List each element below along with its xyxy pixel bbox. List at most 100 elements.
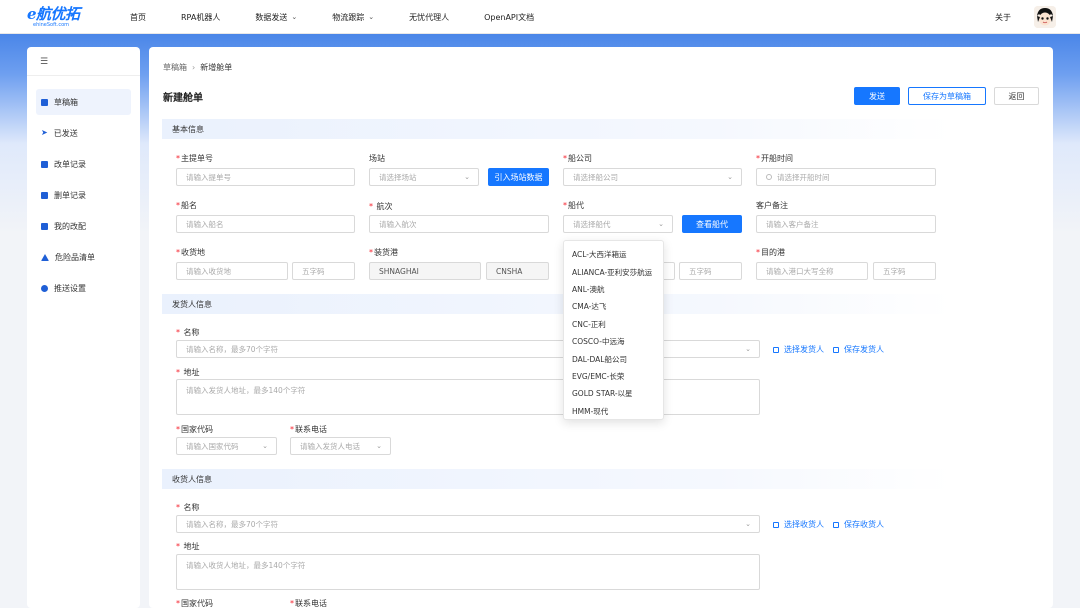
shipper-country-select[interactable]: 请输入国家代码 ⌄ xyxy=(176,437,277,455)
avatar-face-icon xyxy=(1034,6,1056,28)
sidebar-item-edit-records[interactable]: 改单记录 xyxy=(36,151,131,177)
vessel-input[interactable]: 请输入船名 xyxy=(176,215,355,233)
draft-icon xyxy=(41,98,48,106)
sailing-time-label: *开船时间 xyxy=(756,154,793,163)
loading-port-label: *装货港 xyxy=(369,248,398,257)
yard-select[interactable]: 请选择场站 ⌄ xyxy=(369,168,479,186)
customer-note-input[interactable]: 请输入客户备注 xyxy=(756,215,936,233)
consignee-address-label: * 地址 xyxy=(176,542,200,551)
consignee-name-input[interactable]: 请输入名称，最多70个字符 ⌄ xyxy=(176,515,760,533)
send-button[interactable]: 发送 xyxy=(854,87,900,105)
ship-agent-option[interactable]: ANL-澳航 xyxy=(564,281,663,298)
basic-info-section-title: 基本信息 xyxy=(162,119,952,139)
nav-item-rpa[interactable]: RPA机器人 xyxy=(181,12,220,23)
nav-item-data-send[interactable]: 数据发送 ⌄ xyxy=(255,12,297,23)
sidebar-item-push-settings[interactable]: 推送设置 xyxy=(36,275,131,301)
chevron-down-icon: ⌄ xyxy=(262,442,268,450)
consignee-country-label: *国家代码 xyxy=(176,599,213,608)
carrier-select[interactable]: 请选择船公司 ⌄ xyxy=(563,168,742,186)
sidebar-item-sent[interactable]: ➤ 已发送 xyxy=(36,120,131,146)
vessel-label: *船名 xyxy=(176,201,197,210)
save-icon xyxy=(833,521,839,528)
nav-item-openapi[interactable]: OpenAPI文档 xyxy=(484,12,534,23)
nav-item-home[interactable]: 首页 xyxy=(130,12,146,23)
chevron-down-icon: ⌄ xyxy=(291,13,298,21)
ship-agent-option[interactable]: CNC-正利 xyxy=(564,316,663,333)
shipper-phone-select[interactable]: 请输入发货人电话 ⌄ xyxy=(290,437,391,455)
user-avatar[interactable] xyxy=(1034,6,1056,28)
consignee-address-textarea[interactable]: 请输入收货人地址，最多140个字符 xyxy=(176,554,760,590)
ship-agent-option[interactable]: GOLD STAR-以星 xyxy=(564,385,663,402)
select-shipper-link[interactable]: 选择发货人 xyxy=(773,344,824,355)
ship-agent-dropdown: ACL-大西洋箱运 ALIANCA-亚利安莎航运 ANL-澳航 CMA-达飞 C… xyxy=(563,240,664,420)
sidebar-item-reassign[interactable]: 我的改配 xyxy=(36,213,131,239)
ship-agent-select[interactable]: 请选择船代 ⌄ xyxy=(563,215,673,233)
sidebar-item-label: 改单记录 xyxy=(54,159,86,169)
chevron-down-icon: ⌄ xyxy=(727,173,733,181)
chevron-down-icon: ⌄ xyxy=(658,220,664,228)
shipper-section-title: 发货人信息 xyxy=(162,294,952,314)
import-yard-data-button[interactable]: 引入场站数据 xyxy=(488,168,549,186)
breadcrumb-current: 新增舱单 xyxy=(200,63,233,72)
nav-item-logistics[interactable]: 物流跟踪 ⌄ xyxy=(332,12,374,23)
nav-label: 物流跟踪 xyxy=(332,12,365,22)
breadcrumb-separator-icon: › xyxy=(192,63,196,72)
clock-icon xyxy=(766,174,772,180)
destination-code-input[interactable]: 五字码 xyxy=(873,262,936,280)
consignee-phone-label: *联系电话 xyxy=(290,599,327,608)
ship-agent-option[interactable]: CMA-达飞 xyxy=(564,298,663,315)
destination-input[interactable]: 请输入港口大写全称 xyxy=(756,262,868,280)
shipper-phone-label: *联系电话 xyxy=(290,425,327,434)
sidebar-item-dangerous-goods[interactable]: 危险品清单 xyxy=(36,244,131,270)
sidebar-item-label: 危险品清单 xyxy=(55,252,95,262)
nav-item-agent[interactable]: 无忧代理人 xyxy=(409,12,449,23)
customer-note-label: 客户备注 xyxy=(756,201,788,210)
master-bl-input[interactable]: 请输入提单号 xyxy=(176,168,355,186)
receipt-place-code-input[interactable]: 五字码 xyxy=(292,262,355,280)
delete-record-icon xyxy=(41,191,48,199)
save-shipper-link[interactable]: 保存发货人 xyxy=(833,344,884,355)
back-button[interactable]: 返回 xyxy=(994,87,1039,105)
breadcrumb-root[interactable]: 草稿箱 xyxy=(163,63,187,72)
save-consignee-link[interactable]: 保存收货人 xyxy=(833,519,884,530)
brand-logo[interactable]: e航优拓 ehineSoft.com xyxy=(27,6,87,28)
select-consignee-link[interactable]: 选择收货人 xyxy=(773,519,824,530)
destination-label: *目的港 xyxy=(756,248,785,257)
about-link[interactable]: 关于 xyxy=(995,12,1011,23)
receipt-place-input[interactable]: 请输入收货地 xyxy=(176,262,288,280)
shipper-name-input[interactable]: 请输入名称，最多70个字符 ⌄ xyxy=(176,340,760,358)
chevron-down-icon: ⌄ xyxy=(745,345,751,353)
sidebar-item-delete-records[interactable]: 删单记录 xyxy=(36,182,131,208)
loading-port-code-input: CNSHA xyxy=(486,262,549,280)
sidebar-item-label: 已发送 xyxy=(53,128,78,138)
sailing-time-picker[interactable]: 请选择开船时间 xyxy=(756,168,936,186)
sidebar-item-drafts[interactable]: 草稿箱 xyxy=(36,89,131,115)
ship-agent-option[interactable]: EVG/EMC-长荣 xyxy=(564,368,663,385)
select-icon xyxy=(773,346,779,353)
ship-agent-option[interactable]: DAL-DAL船公司 xyxy=(564,350,663,367)
send-icon: ➤ xyxy=(41,128,48,137)
discharge-port-code-input[interactable]: 五字码 xyxy=(679,262,742,280)
save-draft-button[interactable]: 保存为草稿箱 xyxy=(908,87,986,105)
nav-label: 无忧代理人 xyxy=(409,12,450,22)
top-navbar: e航优拓 ehineSoft.com 首页 RPA机器人 数据发送 ⌄ 物流跟踪 ⌄… xyxy=(0,0,1080,34)
chevron-down-icon: ⌄ xyxy=(368,13,375,21)
consignee-section-title: 收货人信息 xyxy=(162,469,952,489)
consignee-name-label: * 名称 xyxy=(176,503,200,512)
nav-label: 数据发送 xyxy=(255,12,288,22)
ship-agent-option[interactable]: COSCO-中远海 xyxy=(564,333,663,350)
ship-agent-option[interactable]: HMM-现代 xyxy=(564,403,663,420)
ship-agent-option[interactable]: ALIANCA-亚利安莎航运 xyxy=(564,263,663,280)
shipper-address-textarea[interactable]: 请输入发货人地址，最多140个字符 xyxy=(176,379,760,415)
ship-agent-option[interactable]: ACL-大西洋箱运 xyxy=(564,246,663,263)
voyage-input[interactable]: 请输入航次 xyxy=(369,215,549,233)
warning-icon xyxy=(41,253,49,261)
view-ship-agent-button[interactable]: 查看船代 xyxy=(682,215,742,233)
nav-label: OpenAPI文档 xyxy=(484,12,535,22)
chevron-down-icon: ⌄ xyxy=(376,442,382,450)
logo-text: e航优拓 xyxy=(27,5,80,23)
breadcrumb: 草稿箱 › 新增舱单 xyxy=(163,62,232,73)
collapse-menu-icon[interactable]: ☰ xyxy=(40,57,48,67)
sidebar-divider xyxy=(27,75,140,76)
sidebar: ☰ 草稿箱 ➤ 已发送 改单记录 删单记录 我的改配 危险品清单 推送设置 xyxy=(27,47,140,608)
